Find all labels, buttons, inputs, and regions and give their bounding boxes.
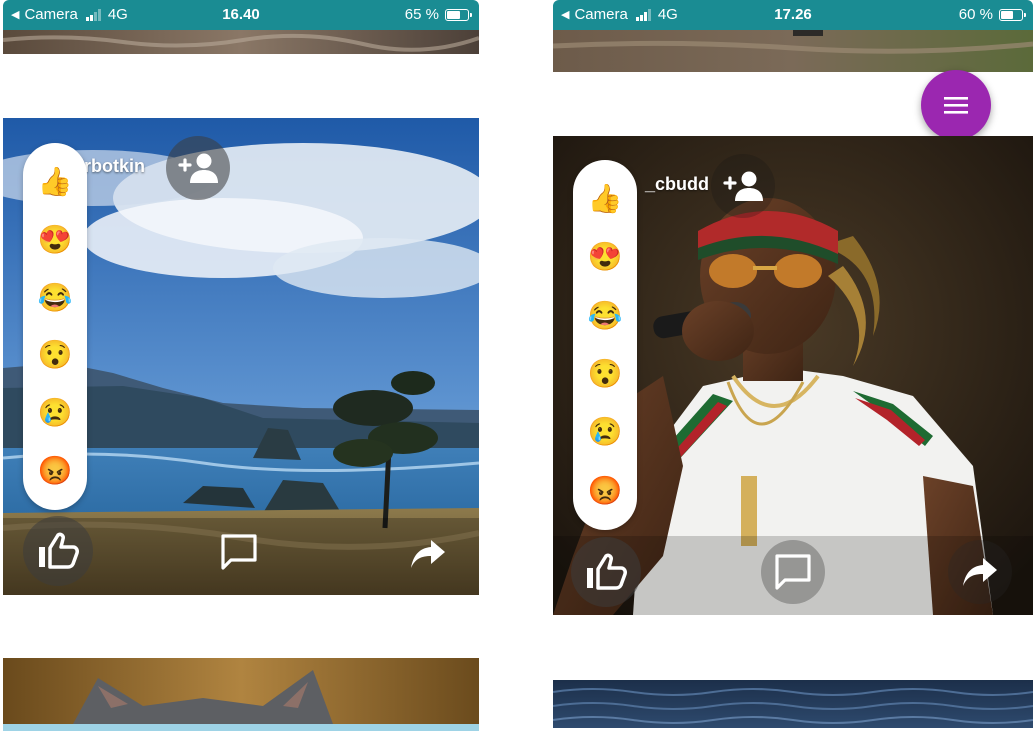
share-button[interactable]: [405, 534, 451, 574]
follow-button[interactable]: [711, 154, 775, 218]
post-username[interactable]: irbotkin: [79, 156, 145, 177]
reaction-love[interactable]: 😍: [588, 243, 623, 271]
battery-percent: 60 %: [958, 6, 993, 23]
reaction-love[interactable]: 😍: [38, 225, 73, 254]
comment-button[interactable]: [761, 540, 825, 604]
comment-icon: [775, 554, 811, 590]
reaction-laugh[interactable]: 😂: [588, 301, 623, 330]
menu-button[interactable]: [921, 70, 991, 140]
add-person-icon: [178, 153, 218, 183]
like-button[interactable]: [571, 537, 641, 607]
battery-icon: [445, 8, 472, 21]
reaction-laugh[interactable]: 😂: [38, 283, 73, 312]
share-button[interactable]: [948, 540, 1012, 604]
comment-button[interactable]: [217, 530, 261, 574]
right-phone-screen: ◀ Camera 4G 17.26 60 % _cbudd 👍 😍 😂 😯 😢 …: [553, 0, 1033, 731]
comment-icon: [221, 534, 257, 570]
battery-icon: [999, 8, 1026, 21]
reaction-angry[interactable]: 😡: [588, 476, 623, 505]
thumb-up-icon: [39, 532, 79, 569]
next-post-image[interactable]: [553, 680, 1033, 728]
add-person-icon: [723, 171, 763, 201]
battery-percent: 65 %: [404, 6, 439, 23]
reaction-angry[interactable]: 😡: [38, 457, 73, 485]
status-bar: ◀ Camera 4G 17.26 60 %: [553, 0, 1033, 30]
left-phone-screen: ◀ Camera 4G 16.40 65 % irbotkin 👍 😍 😂 😯 …: [3, 0, 479, 731]
menu-icon: [944, 97, 968, 114]
share-icon: [411, 540, 445, 568]
share-icon: [963, 558, 997, 586]
status-bar: ◀ Camera 4G 16.40 65 %: [3, 0, 479, 30]
reaction-sad[interactable]: 😢: [38, 399, 73, 427]
reaction-picker: 👍 😍 😂 😯 😢 😡: [573, 160, 637, 530]
next-post-image[interactable]: [3, 658, 479, 724]
reaction-sad[interactable]: 😢: [588, 418, 623, 446]
post-username[interactable]: _cbudd: [645, 174, 709, 195]
previous-post-image[interactable]: [553, 30, 1033, 72]
reaction-picker: 👍 😍 😂 😯 😢 😡: [23, 143, 87, 510]
previous-post-image[interactable]: [3, 30, 479, 54]
bottom-edge-bar: [3, 724, 479, 731]
reaction-like[interactable]: 👍: [588, 185, 623, 213]
reaction-wow[interactable]: 😯: [38, 341, 73, 369]
reaction-like[interactable]: 👍: [38, 167, 73, 196]
like-button[interactable]: [23, 516, 93, 586]
follow-button[interactable]: [166, 136, 230, 200]
thumb-up-icon: [587, 553, 627, 590]
reaction-wow[interactable]: 😯: [588, 360, 623, 388]
